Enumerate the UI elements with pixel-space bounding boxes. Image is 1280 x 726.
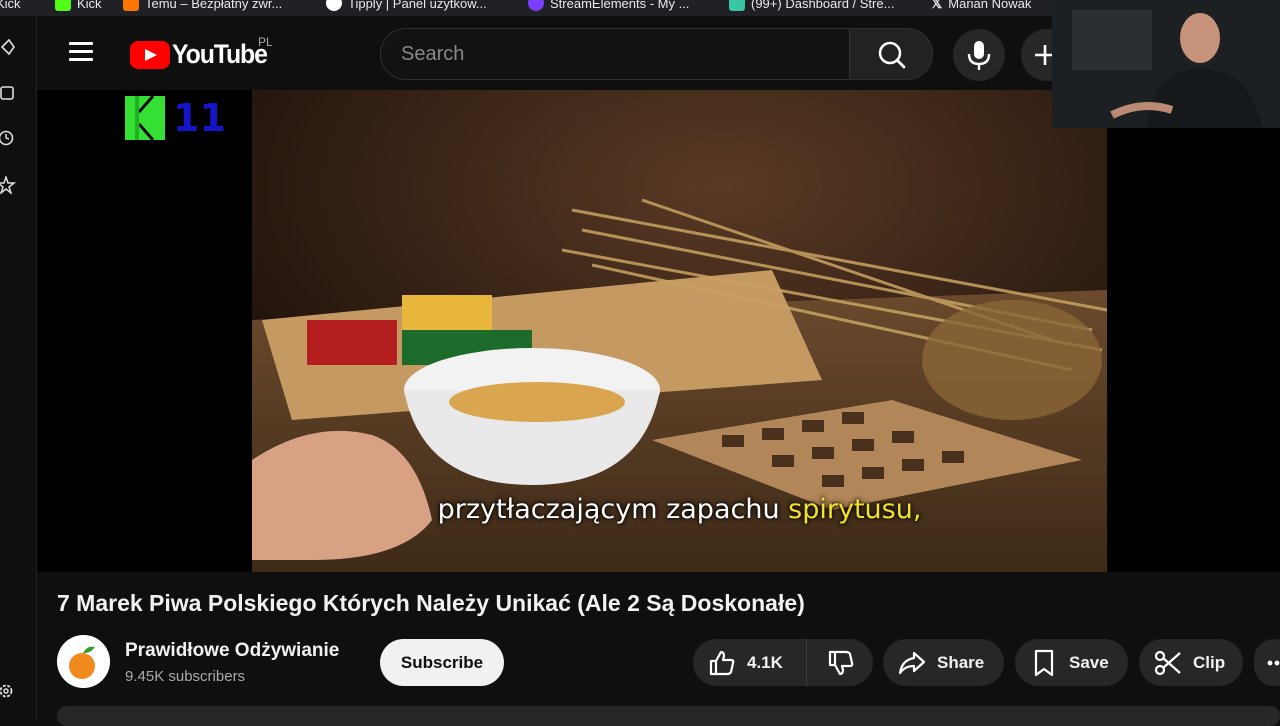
clock-icon[interactable] — [0, 129, 16, 147]
scissors-icon — [1154, 650, 1181, 675]
thumbs-down-icon — [828, 650, 853, 675]
thumbs-up-icon — [709, 650, 735, 675]
save-button[interactable]: Save — [1015, 639, 1128, 686]
sparkle-icon[interactable] — [0, 38, 16, 56]
dislike-button[interactable] — [808, 639, 873, 686]
browser-tab[interactable]: Tipply | Panel użytkow... — [326, 0, 487, 12]
kick-favicon — [55, 0, 71, 11]
like-button[interactable]: 4.1K — [693, 639, 807, 686]
more-dots-icon — [1267, 660, 1280, 665]
video-player[interactable]: 11 przytłaczającym zapachu spirytusu, — [37, 90, 1280, 572]
youtube-play-icon — [130, 40, 170, 69]
orange-avatar-icon — [57, 635, 110, 688]
browser-tab[interactable]: (99+) Dashboard / Stre... — [729, 0, 894, 12]
tipply-favicon — [326, 0, 342, 11]
subtitle-highlight: spirytusu, — [788, 494, 922, 525]
video-title: 7 Marek Piwa Polskiego Których Należy Un… — [57, 590, 805, 616]
tab-label: Tipply | Panel użytkow... — [348, 0, 487, 11]
search-button[interactable] — [849, 28, 933, 80]
tab-label: (99+) Dashboard / Stre... — [751, 0, 895, 11]
description-box[interactable] — [57, 706, 1280, 726]
x-favicon: 𝕏 — [931, 0, 943, 11]
like-count: 4.1K — [747, 652, 783, 672]
clip-label: Clip — [1193, 652, 1226, 672]
bookmark-icon — [1034, 649, 1054, 676]
like-dislike-group: 4.1K — [693, 639, 873, 686]
subscriber-count: 9.45K subscribers — [125, 668, 246, 685]
search-input[interactable] — [381, 29, 849, 79]
search-icon — [878, 41, 906, 69]
twitch-favicon — [729, 0, 745, 11]
k-logo-icon — [125, 96, 165, 140]
channel-name[interactable]: Prawidłowe Odżywianie — [125, 640, 339, 662]
hamburger-menu-icon[interactable] — [69, 42, 95, 62]
microphone-icon — [967, 41, 991, 70]
channel-avatar[interactable] — [57, 635, 110, 688]
clip-button[interactable]: Clip — [1139, 639, 1243, 686]
star-icon[interactable] — [0, 176, 16, 194]
video-frame: przytłaczającym zapachu spirytusu, — [252, 90, 1107, 572]
streamelements-favicon — [528, 0, 544, 11]
search-box — [380, 28, 850, 80]
tab-label: Temu – Bezpłatny zwr... — [145, 0, 283, 11]
save-label: Save — [1069, 652, 1109, 672]
subscribe-button[interactable]: Subscribe — [380, 639, 504, 686]
tab-label: Kick — [77, 0, 102, 11]
browser-sidebar — [0, 16, 37, 720]
webcam-overlay — [1052, 0, 1280, 128]
history-icon[interactable] — [0, 84, 16, 102]
logo-text: YouTube — [172, 39, 268, 69]
browser-tab[interactable]: StreamElements - My ... — [528, 0, 689, 12]
browser-tab[interactable]: 𝕏 Marian Nowak — [931, 0, 1031, 12]
share-label: Share — [937, 652, 985, 672]
tab-label: Kick — [0, 0, 21, 11]
subtitle-text: przytłaczającym zapachu — [437, 494, 789, 525]
overlay-number: 11 — [173, 96, 226, 140]
voice-search-button[interactable] — [953, 29, 1005, 81]
temu-favicon — [123, 0, 139, 11]
tab-label: StreamElements - My ... — [550, 0, 690, 11]
share-arrow-icon — [898, 651, 926, 674]
settings-gear-icon[interactable] — [0, 682, 16, 700]
browser-tab[interactable]: Kick — [0, 0, 21, 12]
tab-label: Marian Nowak — [948, 0, 1032, 11]
more-actions-button[interactable] — [1254, 639, 1280, 686]
country-code: PL — [258, 35, 273, 49]
browser-tab[interactable]: Temu – Bezpłatny zwr... — [123, 0, 282, 12]
browser-tab[interactable]: Kick — [55, 0, 102, 12]
channel-overlay-logo: 11 — [125, 96, 226, 140]
webcam-person-image — [1052, 0, 1280, 128]
share-button[interactable]: Share — [883, 639, 1004, 686]
youtube-logo[interactable]: YouTube PL — [130, 35, 275, 70]
video-subtitle: przytłaczającym zapachu spirytusu, — [252, 494, 1107, 525]
